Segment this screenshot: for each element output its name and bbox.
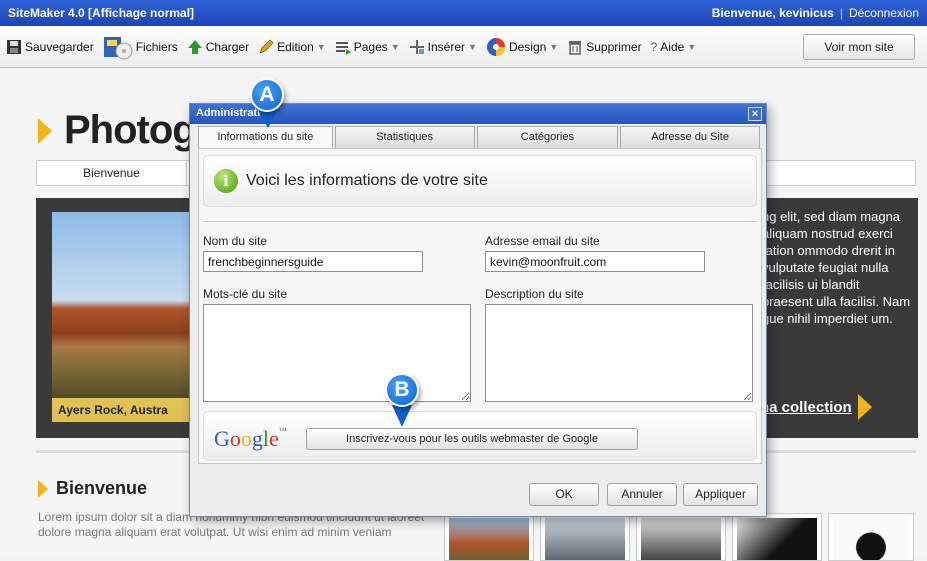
save-label: Sauvegarder	[25, 39, 94, 54]
hero-caption: Ayers Rock, Austra	[52, 398, 192, 422]
callout-a: A	[250, 78, 284, 112]
collection-link[interactable]: na collection	[760, 394, 872, 420]
help-menu[interactable]: ? Aide ▼	[651, 40, 697, 54]
chevron-down-icon: ▼	[687, 41, 697, 52]
site-name-label: Nom du site	[203, 234, 268, 248]
delete-label: Supprimer	[586, 39, 642, 54]
info-icon: i	[214, 169, 238, 193]
arrow-right-icon	[38, 117, 52, 144]
thumbnail[interactable]	[732, 513, 822, 561]
welcome-heading: Bienvenue	[38, 478, 147, 499]
files-label: Fichiers	[135, 39, 178, 54]
edit-label: Edition	[277, 39, 314, 54]
site-name-field[interactable]	[203, 251, 423, 272]
close-icon[interactable]: ×	[748, 107, 762, 121]
hero-photo	[52, 212, 192, 422]
arrow-right-icon	[38, 479, 48, 498]
tab-adresse[interactable]: Adresse du Site	[620, 126, 760, 148]
info-banner: i Voici les informations de votre site	[203, 155, 757, 207]
thumbnail[interactable]	[540, 513, 630, 561]
google-webmaster-bar: Google™ Inscrivez-vous pour les outils w…	[203, 411, 757, 461]
dialog-footer: OK Annuler Appliquer	[198, 468, 762, 512]
email-field[interactable]	[485, 251, 705, 272]
description-textarea[interactable]	[485, 304, 753, 402]
files-icon	[103, 34, 133, 60]
google-logo: Google™	[214, 426, 287, 451]
pages-menu[interactable]: Pages ▼	[335, 39, 400, 55]
callout-b-pointer	[392, 405, 412, 427]
chevron-down-icon: ▼	[468, 41, 477, 52]
app-title: SiteMaker 4.0 [Affichage normal]	[8, 6, 195, 20]
keywords-textarea[interactable]	[203, 304, 471, 402]
apply-button[interactable]: Appliquer	[683, 483, 758, 506]
pages-label: Pages	[353, 39, 388, 54]
view-site-button[interactable]: Voir mon site	[803, 34, 915, 60]
thumbnail[interactable]	[828, 513, 914, 561]
trash-icon	[567, 39, 583, 55]
floppy-icon	[6, 39, 22, 55]
callout-a-pointer	[258, 110, 278, 128]
hero-text: ng elit, sed diam magna aliquam nostrud …	[762, 209, 911, 326]
design-label: Design	[508, 39, 547, 54]
palette-icon	[486, 37, 506, 57]
keywords-label: Mots-clé du site	[203, 287, 288, 301]
upload-button[interactable]: Charger	[187, 39, 249, 55]
description-label: Description du site	[485, 287, 584, 301]
chevron-down-icon: ▼	[549, 41, 559, 52]
nav-item-bienvenue[interactable]: Bienvenue	[37, 161, 187, 185]
design-menu[interactable]: Design ▼	[486, 37, 558, 57]
thumbnail[interactable]	[636, 513, 726, 561]
chevron-down-icon: ▼	[316, 41, 326, 52]
email-label: Adresse email du site	[485, 234, 600, 248]
site-title: Photogr	[38, 108, 211, 153]
cancel-button[interactable]: Annuler	[607, 483, 677, 506]
up-arrow-icon	[187, 39, 203, 55]
tab-statistiques[interactable]: Statistiques	[334, 126, 475, 148]
info-panel: i Voici les informations de votre site N…	[198, 148, 762, 464]
files-button[interactable]: Fichiers	[103, 34, 178, 60]
chevron-down-icon: ▼	[390, 41, 400, 52]
insert-plus-icon	[409, 39, 425, 55]
edit-menu[interactable]: Edition ▼	[258, 38, 326, 55]
welcome-user: Bienvenue, kevinicus	[711, 6, 834, 20]
tab-categories[interactable]: Catégories	[476, 126, 619, 148]
welcome-heading-text: Bienvenue	[56, 478, 148, 498]
administration-dialog: Administration × Informations du site St…	[189, 103, 767, 517]
save-button[interactable]: Sauvegarder	[6, 39, 94, 55]
thumbnail[interactable]	[444, 513, 534, 561]
ok-button[interactable]: OK	[529, 483, 599, 506]
insert-label: Insérer	[427, 39, 466, 54]
main-toolbar: Sauvegarder Fichiers Charger Edition ▼ P…	[0, 26, 927, 68]
delete-button[interactable]: Supprimer	[567, 39, 642, 55]
title-separator: |	[839, 6, 843, 20]
info-text: Voici les informations de votre site	[246, 172, 488, 189]
pencil-icon	[258, 38, 274, 55]
tab-informations[interactable]: Informations du site	[198, 126, 333, 148]
arrow-right-icon	[857, 394, 872, 420]
upload-label: Charger	[205, 39, 250, 54]
google-webmaster-button[interactable]: Inscrivez-vous pour les outils webmaster…	[306, 428, 638, 450]
collection-link-label: na collection	[760, 398, 852, 416]
help-label: Aide	[660, 39, 685, 54]
dialog-tabs: Informations du site Statistiques Catégo…	[198, 126, 762, 148]
logout-link[interactable]: Déconnexion	[849, 6, 919, 20]
insert-menu[interactable]: Insérer ▼	[409, 39, 477, 55]
divider	[203, 221, 757, 222]
pages-icon	[335, 39, 351, 55]
question-icon: ?	[650, 39, 658, 54]
callout-b: B	[385, 373, 419, 407]
app-title-bar: SiteMaker 4.0 [Affichage normal] Bienven…	[0, 0, 927, 26]
